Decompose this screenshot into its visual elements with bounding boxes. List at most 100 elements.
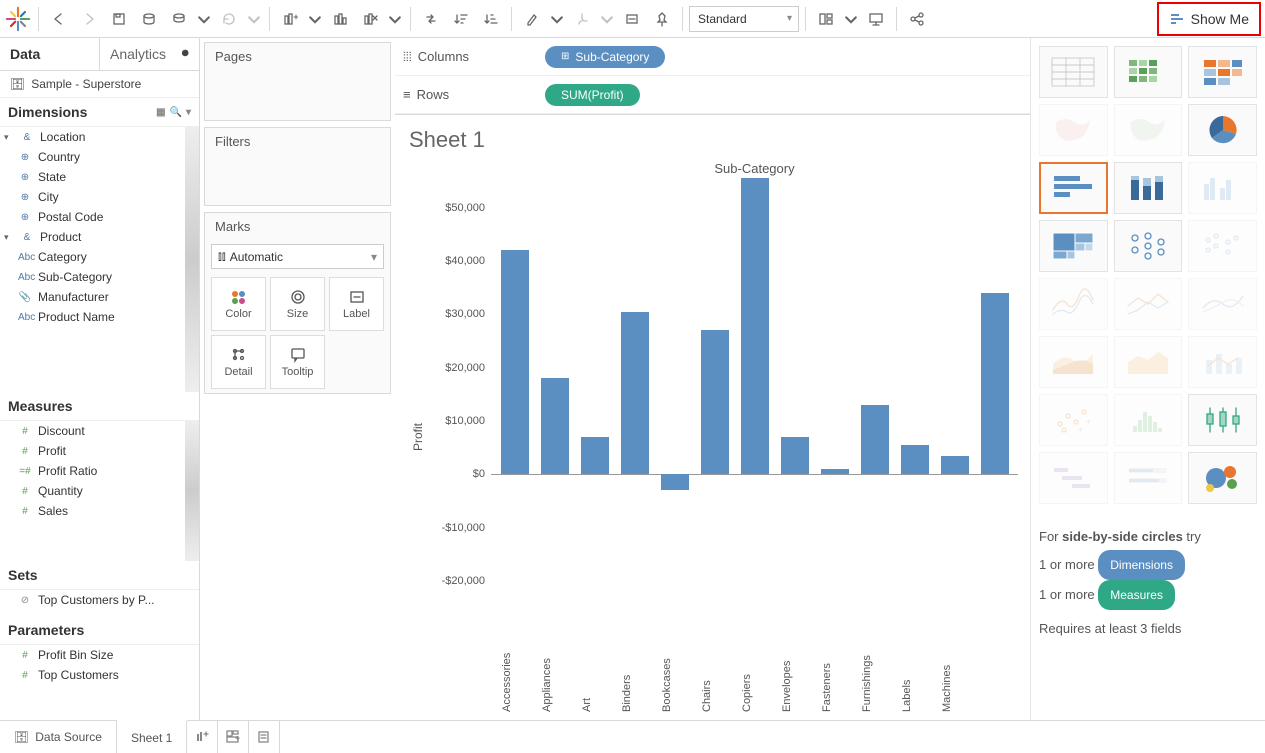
sm-circle-view[interactable] (1114, 220, 1183, 272)
sm-filled-map[interactable] (1114, 104, 1183, 156)
sm-pie[interactable] (1188, 104, 1257, 156)
menu-icon[interactable]: ▾ (186, 107, 191, 118)
sm-packed-bubble[interactable] (1188, 452, 1257, 504)
group-button[interactable] (568, 5, 596, 33)
view-icon[interactable]: ▦ (156, 107, 165, 118)
sm-box-plot[interactable] (1188, 394, 1257, 446)
dim-category[interactable]: AbcCategory (0, 247, 199, 267)
sm-treemap[interactable] (1039, 220, 1108, 272)
dropdown-icon[interactable] (598, 5, 616, 33)
meas-profit-ratio[interactable]: =#Profit Ratio (0, 461, 199, 481)
columns-shelf[interactable]: ⦙⦙⦙Columns ⊞Sub-Category (395, 38, 1030, 76)
dim-city[interactable]: ⊕City (0, 187, 199, 207)
bar[interactable] (621, 312, 649, 475)
sm-gantt[interactable] (1039, 452, 1108, 504)
dropdown-icon[interactable] (245, 5, 263, 33)
sheet-title[interactable]: Sheet 1 (409, 127, 1018, 153)
sm-symbol-map[interactable] (1039, 104, 1108, 156)
marks-size[interactable]: Size (270, 277, 325, 331)
sm-side-by-side-bar[interactable] (1188, 162, 1257, 214)
meas-profit[interactable]: #Profit (0, 441, 199, 461)
sm-side-by-side-circle[interactable] (1188, 220, 1257, 272)
clear-sheet-button[interactable] (356, 5, 384, 33)
sm-horizontal-bar[interactable] (1039, 162, 1108, 214)
sm-scatter[interactable]: ++ (1039, 394, 1108, 446)
bar[interactable] (901, 445, 929, 474)
dim-subcategory[interactable]: AbcSub-Category (0, 267, 199, 287)
sm-area-continuous[interactable] (1039, 336, 1108, 388)
swap-rows-columns-button[interactable] (417, 5, 445, 33)
param-profit-bin[interactable]: #Profit Bin Size (0, 645, 199, 665)
marks-label[interactable]: Label (329, 277, 384, 331)
new-dashboard-tab[interactable] (218, 721, 249, 753)
meas-sales[interactable]: #Sales (0, 501, 199, 521)
bar[interactable] (741, 178, 769, 474)
sm-highlight-table[interactable] (1188, 46, 1257, 98)
mark-type-select[interactable]: ⫾⫾Automatic (211, 244, 384, 269)
sm-histogram[interactable] (1114, 394, 1183, 446)
bar[interactable] (501, 250, 529, 474)
meas-discount[interactable]: #Discount (0, 421, 199, 441)
sm-stacked-bar[interactable] (1114, 162, 1183, 214)
sort-desc-button[interactable] (477, 5, 505, 33)
presentation-button[interactable] (862, 5, 890, 33)
save-button[interactable] (105, 5, 133, 33)
bar[interactable] (861, 405, 889, 474)
rows-shelf[interactable]: ≡Rows SUM(Profit) (395, 76, 1030, 114)
pin-button[interactable] (648, 5, 676, 33)
dim-manufacturer[interactable]: 📎Manufacturer (0, 287, 199, 307)
dim-state[interactable]: ⊕State (0, 167, 199, 187)
pause-updates-button[interactable] (165, 5, 193, 33)
filters-card[interactable]: Filters (204, 127, 391, 206)
sm-line-continuous[interactable] (1039, 278, 1108, 330)
show-cards-button[interactable] (812, 5, 840, 33)
sm-dual-combo[interactable] (1188, 336, 1257, 388)
dropdown-icon[interactable] (842, 5, 860, 33)
datasource-row[interactable]: 🗄 Sample - Superstore (0, 71, 199, 98)
tab-sheet1[interactable]: Sheet 1 (117, 720, 187, 753)
pages-card[interactable]: Pages (204, 42, 391, 121)
sm-heat-map[interactable] (1114, 46, 1183, 98)
new-worksheet-tab[interactable] (187, 721, 218, 753)
show-me-button[interactable]: Show Me (1157, 2, 1261, 36)
redo-button[interactable] (75, 5, 103, 33)
bar[interactable] (581, 437, 609, 474)
bar[interactable] (541, 378, 569, 474)
undo-button[interactable] (45, 5, 73, 33)
marks-tooltip[interactable]: Tooltip (270, 335, 325, 389)
dim-product[interactable]: ▾&Product (0, 227, 199, 247)
dim-productname[interactable]: AbcProduct Name (0, 307, 199, 327)
marks-color[interactable]: Color (211, 277, 266, 331)
fit-select[interactable]: Standard (689, 6, 799, 32)
sort-asc-button[interactable] (447, 5, 475, 33)
param-top-customers[interactable]: #Top Customers (0, 665, 199, 685)
rows-pill[interactable]: SUM(Profit) (545, 84, 640, 106)
dropdown-icon[interactable] (195, 5, 213, 33)
sm-bullet[interactable] (1114, 452, 1183, 504)
bar[interactable] (981, 293, 1009, 474)
show-labels-button[interactable] (618, 5, 646, 33)
tab-analytics[interactable]: Analytics (100, 38, 199, 70)
dropdown-icon[interactable] (386, 5, 404, 33)
tab-data[interactable]: Data (0, 38, 100, 70)
bar[interactable] (821, 469, 849, 474)
sm-line-discrete[interactable] (1114, 278, 1183, 330)
sm-text-table[interactable] (1039, 46, 1108, 98)
dropdown-icon[interactable] (306, 5, 324, 33)
bar[interactable] (701, 330, 729, 474)
columns-pill[interactable]: ⊞Sub-Category (545, 46, 665, 68)
new-datasource-button[interactable] (135, 5, 163, 33)
refresh-button[interactable] (215, 5, 243, 33)
duplicate-sheet-button[interactable] (326, 5, 354, 33)
sm-area-discrete[interactable] (1114, 336, 1183, 388)
dim-country[interactable]: ⊕Country (0, 147, 199, 167)
new-story-tab[interactable] (249, 721, 280, 753)
tab-datasource[interactable]: 🗄Data Source (0, 721, 117, 753)
meas-quantity[interactable]: #Quantity (0, 481, 199, 501)
search-icon[interactable]: 🔍 (170, 107, 182, 118)
bar[interactable] (781, 437, 809, 474)
sm-dual-line[interactable] (1188, 278, 1257, 330)
set-top-customers[interactable]: ⊘Top Customers by P... (0, 590, 199, 610)
dim-location[interactable]: ▾&Location (0, 127, 199, 147)
dropdown-icon[interactable] (548, 5, 566, 33)
